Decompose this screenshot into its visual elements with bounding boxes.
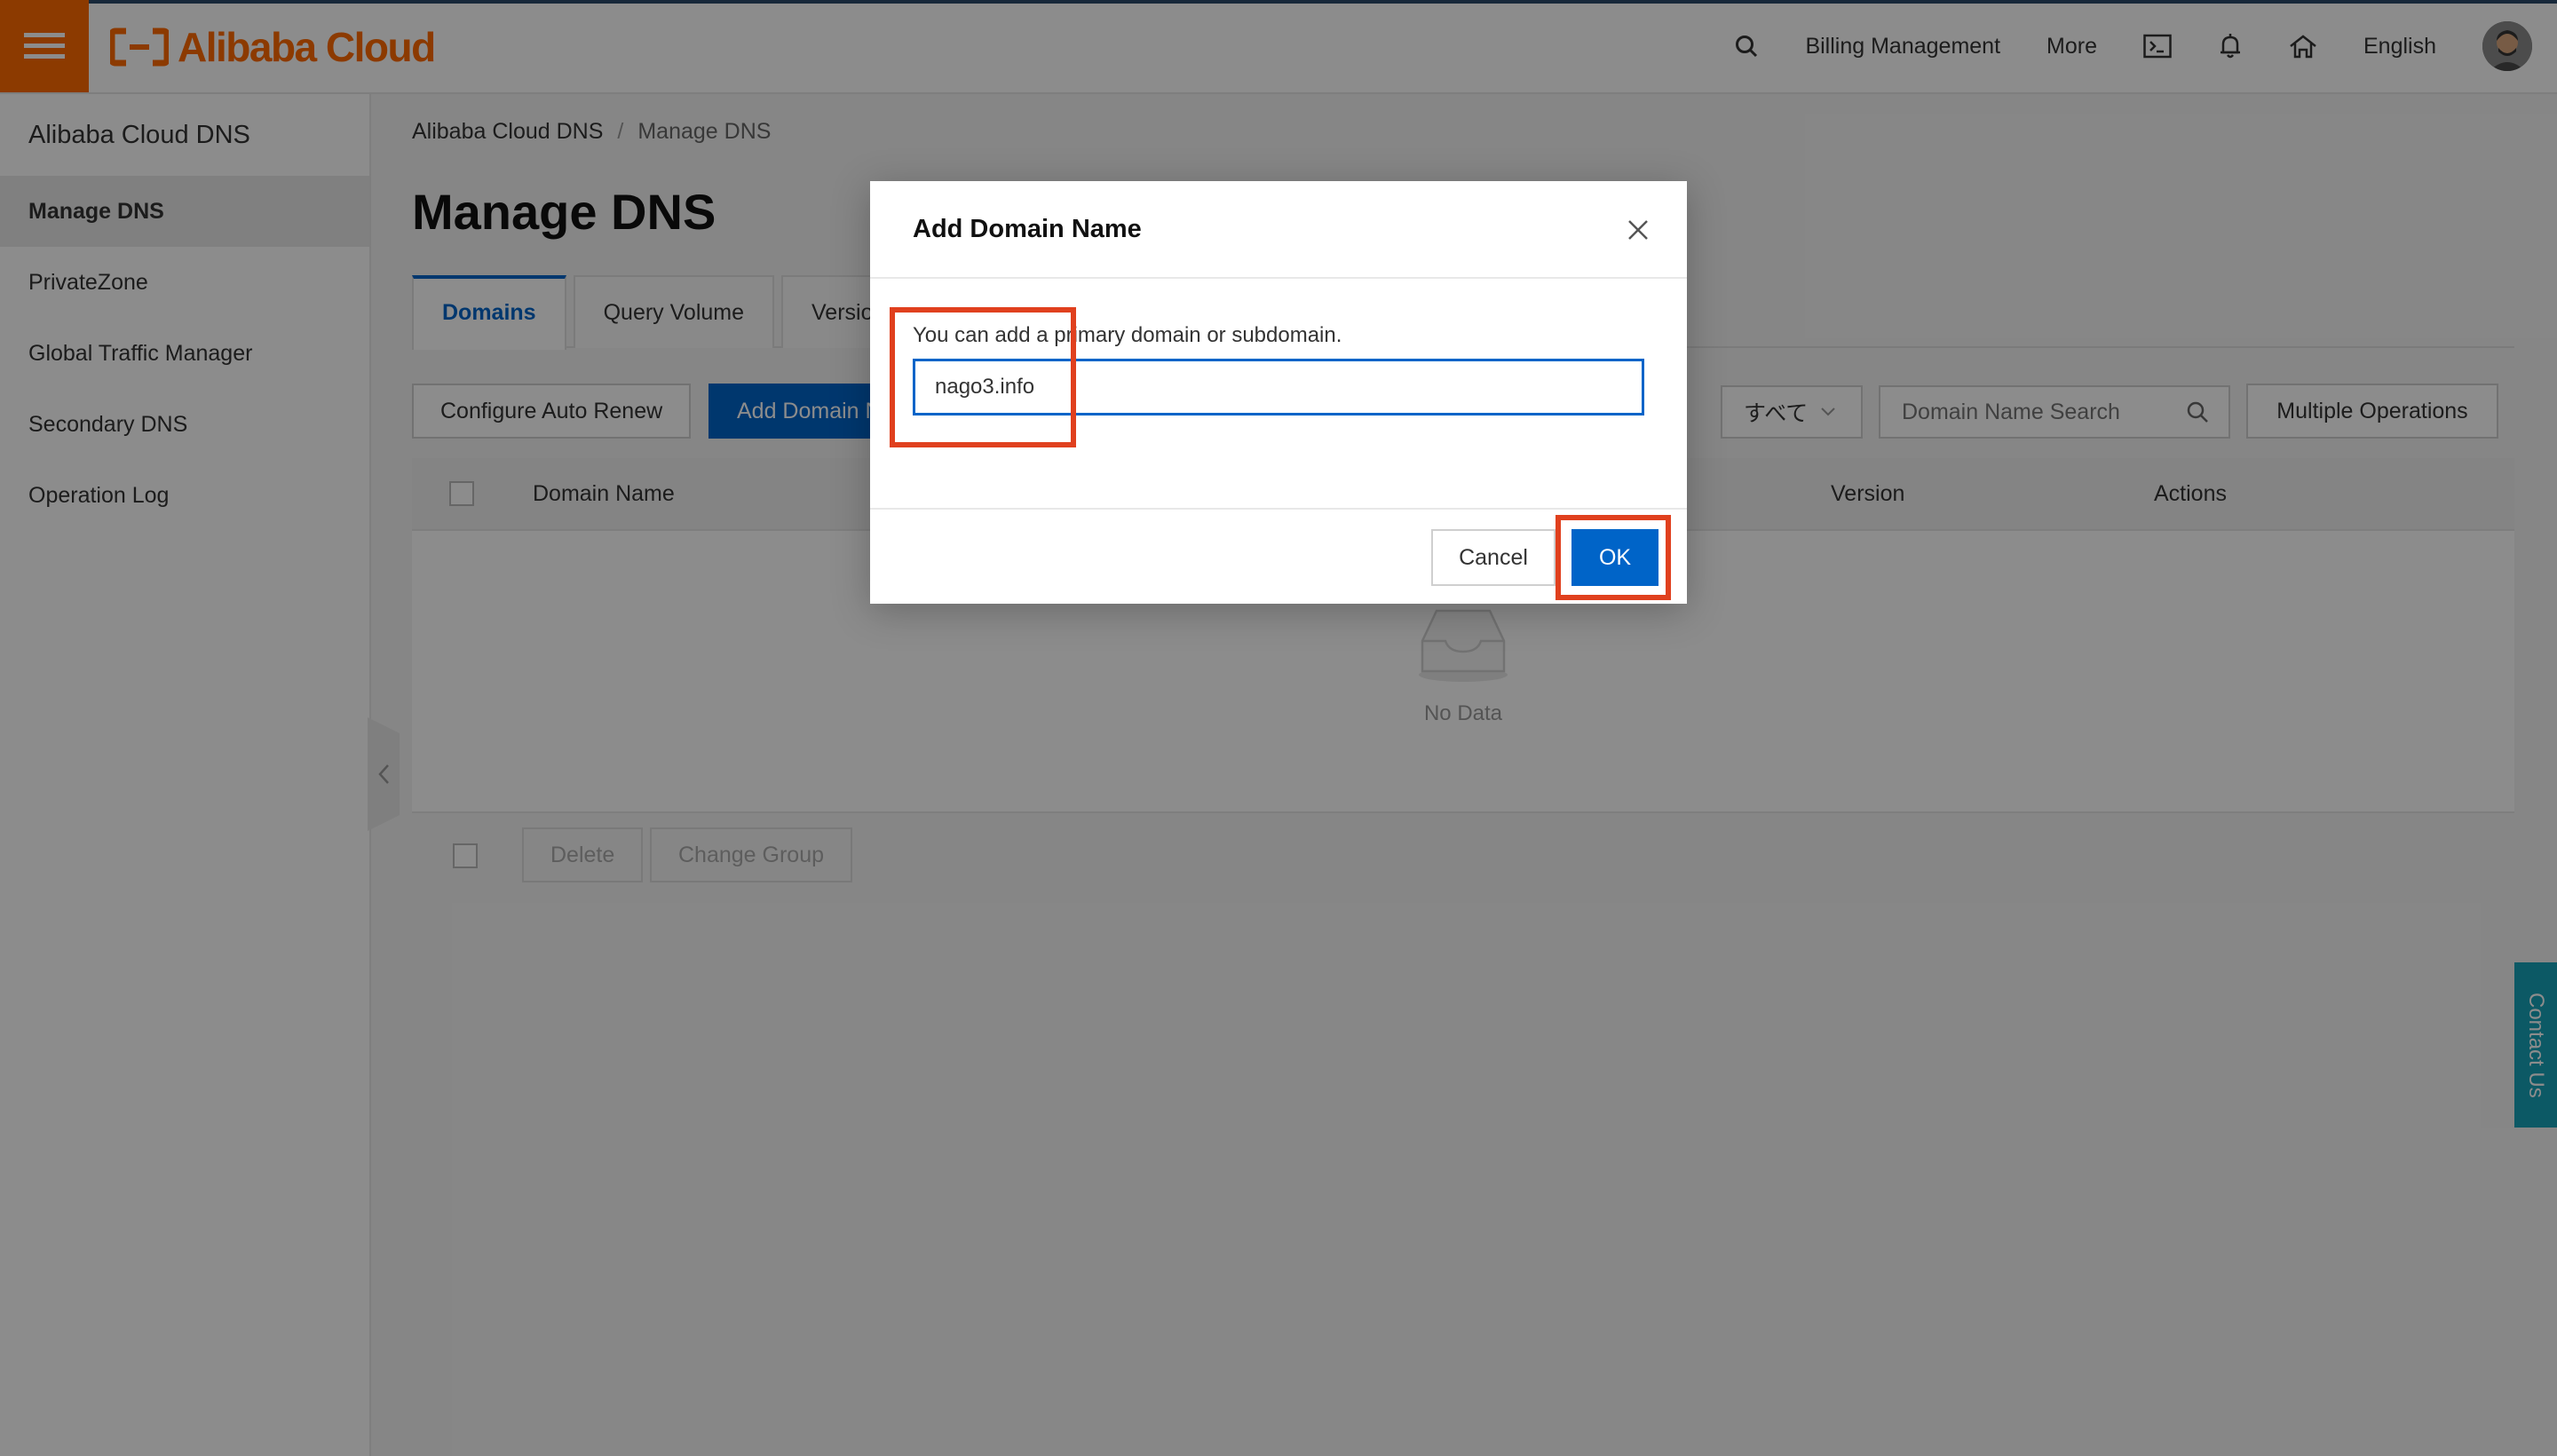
dialog-title: Add Domain Name [913, 215, 1142, 243]
add-domain-dialog: Add Domain Name You can add a primary do… [870, 181, 1687, 604]
domain-name-input[interactable] [913, 359, 1644, 415]
dialog-footer-divider [870, 508, 1687, 510]
dialog-hint: You can add a primary domain or subdomai… [913, 323, 1342, 347]
ok-button[interactable]: OK [1571, 529, 1658, 586]
dialog-header: Add Domain Name [870, 181, 1687, 279]
cancel-button[interactable]: Cancel [1431, 529, 1556, 586]
close-icon[interactable] [1625, 217, 1651, 243]
